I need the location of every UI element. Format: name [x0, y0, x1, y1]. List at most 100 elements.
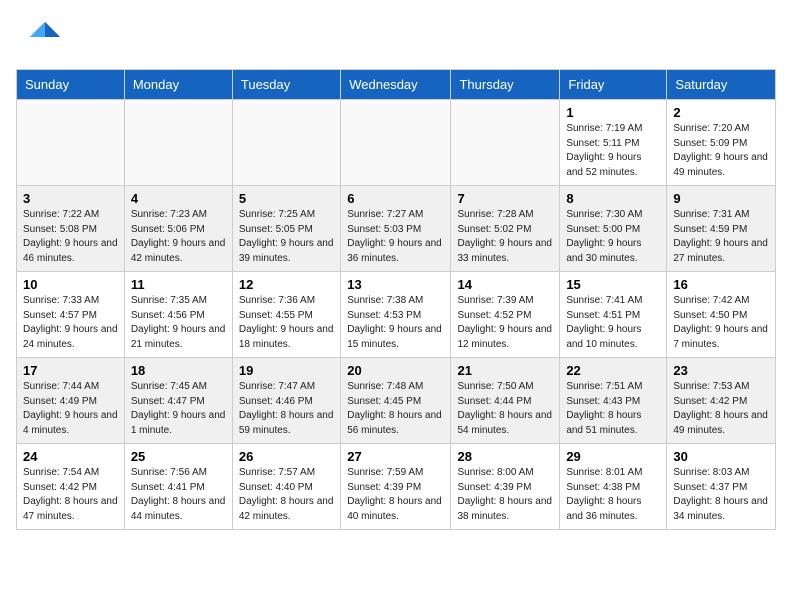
day-number: 29 — [566, 449, 660, 464]
day-number: 27 — [347, 449, 444, 464]
day-cell: 11 Sunrise: 7:35 AM Sunset: 4:56 PM Dayli… — [124, 272, 232, 358]
day-number: 30 — [673, 449, 769, 464]
day-info: Sunrise: 7:36 AM Sunset: 4:55 PM Dayligh… — [239, 294, 334, 352]
page-header — [0, 0, 792, 69]
col-header-friday: Friday — [560, 70, 667, 100]
day-number: 28 — [457, 449, 553, 464]
day-cell: 9 Sunrise: 7:31 AM Sunset: 4:59 PM Daylig… — [667, 186, 776, 272]
day-number: 19 — [239, 363, 334, 378]
day-cell: 3 Sunrise: 7:22 AM Sunset: 5:08 PM Daylig… — [17, 186, 125, 272]
day-info: Sunrise: 8:03 AM Sunset: 4:37 PM Dayligh… — [673, 466, 769, 524]
day-cell: 7Sunrise: 7:28 AM Sunset: 5:02 PM Daylig… — [451, 186, 560, 272]
day-cell: 4 Sunrise: 7:23 AM Sunset: 5:06 PM Daylig… — [124, 186, 232, 272]
day-info: Sunrise: 7:54 AM Sunset: 4:42 PM Dayligh… — [23, 466, 118, 524]
logo-icon — [26, 18, 62, 54]
col-header-thursday: Thursday — [451, 70, 560, 100]
col-header-saturday: Saturday — [667, 70, 776, 100]
day-number: 3 — [23, 191, 118, 206]
day-number: 15 — [566, 277, 660, 292]
day-info: Sunrise: 7:33 AM Sunset: 4:57 PM Dayligh… — [23, 294, 118, 352]
day-cell: 6 Sunrise: 7:27 AM Sunset: 5:03 PM Daylig… — [341, 186, 451, 272]
header-row: SundayMondayTuesdayWednesdayThursdayFrid… — [17, 70, 776, 100]
day-cell: 28 Sunrise: 8:00 AM Sunset: 4:39 PM Dayli… — [451, 444, 560, 530]
day-cell: 8Sunrise: 7:30 AM Sunset: 5:00 PM Daylig… — [560, 186, 667, 272]
day-info: Sunrise: 7:25 AM Sunset: 5:05 PM Dayligh… — [239, 208, 334, 266]
day-cell — [451, 100, 560, 186]
day-cell: 27 Sunrise: 7:59 AM Sunset: 4:39 PM Dayli… — [341, 444, 451, 530]
day-info: Sunrise: 7:44 AM Sunset: 4:49 PM Dayligh… — [23, 380, 118, 438]
day-info: Sunrise: 7:45 AM Sunset: 4:47 PM Dayligh… — [131, 380, 226, 438]
day-info: Sunrise: 8:00 AM Sunset: 4:39 PM Dayligh… — [457, 466, 553, 524]
day-info: Sunrise: 7:19 AM Sunset: 5:11 PM Dayligh… — [566, 122, 660, 180]
day-number: 14 — [457, 277, 553, 292]
day-number: 26 — [239, 449, 334, 464]
day-info: Sunrise: 7:56 AM Sunset: 4:41 PM Dayligh… — [131, 466, 226, 524]
day-cell: 17 Sunrise: 7:44 AM Sunset: 4:49 PM Dayli… — [17, 358, 125, 444]
day-cell: 22Sunrise: 7:51 AM Sunset: 4:43 PM Dayli… — [560, 358, 667, 444]
day-cell: 15 Sunrise: 7:41 AM Sunset: 4:51 PM Dayli… — [560, 272, 667, 358]
day-info: Sunrise: 7:42 AM Sunset: 4:50 PM Dayligh… — [673, 294, 769, 352]
day-info: Sunrise: 7:57 AM Sunset: 4:40 PM Dayligh… — [239, 466, 334, 524]
day-cell: 18 Sunrise: 7:45 AM Sunset: 4:47 PM Dayli… — [124, 358, 232, 444]
day-info: Sunrise: 7:51 AM Sunset: 4:43 PM Dayligh… — [566, 380, 660, 438]
day-cell — [341, 100, 451, 186]
day-number: 25 — [131, 449, 226, 464]
logo — [24, 18, 66, 59]
day-number: 2 — [673, 105, 769, 120]
day-cell: 21 Sunrise: 7:50 AM Sunset: 4:44 PM Dayli… — [451, 358, 560, 444]
day-info: Sunrise: 7:30 AM Sunset: 5:00 PM Dayligh… — [566, 208, 660, 266]
day-info: Sunrise: 7:50 AM Sunset: 4:44 PM Dayligh… — [457, 380, 553, 438]
day-number: 9 — [673, 191, 769, 206]
day-cell: 13Sunrise: 7:38 AM Sunset: 4:53 PM Dayli… — [341, 272, 451, 358]
day-number: 6 — [347, 191, 444, 206]
day-info: Sunrise: 7:28 AM Sunset: 5:02 PM Dayligh… — [457, 208, 553, 266]
day-number: 12 — [239, 277, 334, 292]
col-header-sunday: Sunday — [17, 70, 125, 100]
calendar-table: SundayMondayTuesdayWednesdayThursdayFrid… — [16, 69, 776, 530]
day-number: 1 — [566, 105, 660, 120]
day-number: 11 — [131, 277, 226, 292]
day-info: Sunrise: 7:39 AM Sunset: 4:52 PM Dayligh… — [457, 294, 553, 352]
day-cell: 2 Sunrise: 7:20 AM Sunset: 5:09 PM Daylig… — [667, 100, 776, 186]
day-cell: 1 Sunrise: 7:19 AM Sunset: 5:11 PM Daylig… — [560, 100, 667, 186]
day-info: Sunrise: 7:41 AM Sunset: 4:51 PM Dayligh… — [566, 294, 660, 352]
week-row-3: 10Sunrise: 7:33 AM Sunset: 4:57 PM Dayli… — [17, 272, 776, 358]
day-cell: 20 Sunrise: 7:48 AM Sunset: 4:45 PM Dayli… — [341, 358, 451, 444]
day-cell: 25 Sunrise: 7:56 AM Sunset: 4:41 PM Dayli… — [124, 444, 232, 530]
day-info: Sunrise: 7:38 AM Sunset: 4:53 PM Dayligh… — [347, 294, 444, 352]
calendar-body: 1 Sunrise: 7:19 AM Sunset: 5:11 PM Daylig… — [17, 100, 776, 530]
day-info: Sunrise: 8:01 AM Sunset: 4:38 PM Dayligh… — [566, 466, 660, 524]
day-cell — [124, 100, 232, 186]
day-info: Sunrise: 7:53 AM Sunset: 4:42 PM Dayligh… — [673, 380, 769, 438]
day-cell: 23Sunrise: 7:53 AM Sunset: 4:42 PM Dayli… — [667, 358, 776, 444]
calendar: SundayMondayTuesdayWednesdayThursdayFrid… — [0, 69, 792, 546]
calendar-header: SundayMondayTuesdayWednesdayThursdayFrid… — [17, 70, 776, 100]
day-info: Sunrise: 7:20 AM Sunset: 5:09 PM Dayligh… — [673, 122, 769, 180]
week-row-4: 17 Sunrise: 7:44 AM Sunset: 4:49 PM Dayli… — [17, 358, 776, 444]
day-number: 18 — [131, 363, 226, 378]
day-cell: 5 Sunrise: 7:25 AM Sunset: 5:05 PM Daylig… — [232, 186, 340, 272]
day-number: 4 — [131, 191, 226, 206]
day-info: Sunrise: 7:47 AM Sunset: 4:46 PM Dayligh… — [239, 380, 334, 438]
col-header-tuesday: Tuesday — [232, 70, 340, 100]
day-cell: 29 Sunrise: 8:01 AM Sunset: 4:38 PM Dayli… — [560, 444, 667, 530]
day-number: 20 — [347, 363, 444, 378]
week-row-2: 3 Sunrise: 7:22 AM Sunset: 5:08 PM Daylig… — [17, 186, 776, 272]
day-number: 17 — [23, 363, 118, 378]
day-cell: 30 Sunrise: 8:03 AM Sunset: 4:37 PM Dayli… — [667, 444, 776, 530]
day-info: Sunrise: 7:48 AM Sunset: 4:45 PM Dayligh… — [347, 380, 444, 438]
day-info: Sunrise: 7:27 AM Sunset: 5:03 PM Dayligh… — [347, 208, 444, 266]
day-info: Sunrise: 7:31 AM Sunset: 4:59 PM Dayligh… — [673, 208, 769, 266]
col-header-wednesday: Wednesday — [341, 70, 451, 100]
day-cell — [232, 100, 340, 186]
day-number: 5 — [239, 191, 334, 206]
day-info: Sunrise: 7:23 AM Sunset: 5:06 PM Dayligh… — [131, 208, 226, 266]
day-info: Sunrise: 7:35 AM Sunset: 4:56 PM Dayligh… — [131, 294, 226, 352]
day-number: 21 — [457, 363, 553, 378]
day-info: Sunrise: 7:22 AM Sunset: 5:08 PM Dayligh… — [23, 208, 118, 266]
day-cell: 16Sunrise: 7:42 AM Sunset: 4:50 PM Dayli… — [667, 272, 776, 358]
day-cell: 12 Sunrise: 7:36 AM Sunset: 4:55 PM Dayli… — [232, 272, 340, 358]
day-info: Sunrise: 7:59 AM Sunset: 4:39 PM Dayligh… — [347, 466, 444, 524]
week-row-1: 1 Sunrise: 7:19 AM Sunset: 5:11 PM Daylig… — [17, 100, 776, 186]
day-cell: 24Sunrise: 7:54 AM Sunset: 4:42 PM Dayli… — [17, 444, 125, 530]
